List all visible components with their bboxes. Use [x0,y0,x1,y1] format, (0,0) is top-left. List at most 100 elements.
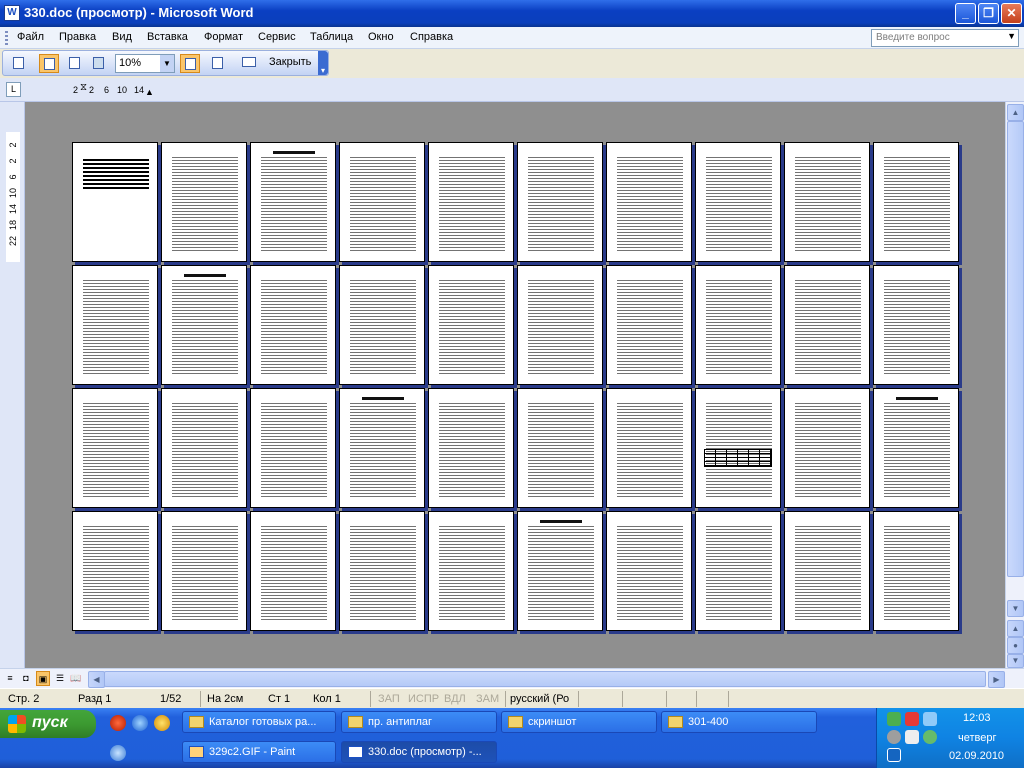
task-word-document[interactable]: 330.doc (просмотр) -... [341,741,497,763]
chevron-down-icon[interactable]: ▼ [1007,31,1016,41]
status-record-macro[interactable]: ЗАП [378,693,400,705]
media-player-icon[interactable] [154,715,170,731]
one-page-button[interactable] [65,54,85,73]
help-question-input[interactable]: Введите вопрос ▼ [871,29,1019,47]
update-icon[interactable] [923,730,937,744]
page-thumbnail[interactable] [873,388,959,508]
print-layout-view-icon[interactable]: ▣ [36,671,50,686]
menu-insert[interactable]: Вставка [147,31,188,43]
settings-icon[interactable] [887,730,901,744]
page-thumbnail[interactable] [517,265,603,385]
page-thumbnail[interactable] [339,388,425,508]
print-button[interactable] [9,54,29,73]
page-thumbnail[interactable] [606,265,692,385]
status-track-changes[interactable]: ИСПР [408,693,439,705]
vertical-scroll-thumb[interactable] [1007,121,1024,577]
close-preview-button[interactable]: Закрыть [269,56,311,68]
minimize-button[interactable]: _ [955,3,976,24]
full-screen-button[interactable] [238,54,258,73]
network-icon[interactable] [887,712,901,726]
horizontal-ruler[interactable]: L 2 2 6 10 14 ⧖ ▲ [0,78,1024,102]
right-indent-marker-icon[interactable]: ▲ [145,87,154,97]
status-language[interactable]: русский (Ро [510,693,569,705]
task-folder-screenshot[interactable]: скриншот [501,711,657,733]
page-thumbnail[interactable] [250,265,336,385]
page-thumbnail[interactable] [873,142,959,262]
status-extend-selection[interactable]: ВДЛ [444,693,466,705]
page-thumbnail[interactable] [250,388,336,508]
shrink-to-fit-button[interactable] [208,54,228,73]
page-thumbnail[interactable] [695,388,781,508]
reading-view-icon[interactable]: 📖 [69,671,83,686]
vertical-ruler[interactable]: 2 2 6 10 14 18 22 [0,102,25,668]
page-thumbnail[interactable] [428,142,514,262]
page-thumbnail[interactable] [250,142,336,262]
page-thumbnail[interactable] [72,142,158,262]
menu-edit[interactable]: Правка [59,31,96,43]
menu-window[interactable]: Окно [368,31,394,43]
multiple-pages-button[interactable] [89,54,109,73]
page-thumbnail[interactable] [339,265,425,385]
task-folder-catalog[interactable]: Каталог готовых ра... [182,711,336,733]
page-thumbnail[interactable] [428,265,514,385]
page-thumbnail[interactable] [517,142,603,262]
page-thumbnail[interactable] [784,142,870,262]
page-thumbnail[interactable] [517,511,603,631]
chevron-down-icon[interactable]: ▼ [160,55,174,72]
page-thumbnail[interactable] [695,142,781,262]
task-folder-antiplag[interactable]: пр. антиплаг [341,711,497,733]
page-thumbnail[interactable] [784,511,870,631]
desktop-icon[interactable] [110,745,126,761]
tab-stop-selector[interactable]: L [6,82,21,97]
start-button[interactable]: пуск [0,710,96,738]
word-app-icon[interactable]: W [4,5,20,21]
restore-button[interactable]: ❐ [978,3,999,24]
outline-view-icon[interactable]: ☰ [53,671,67,686]
menu-tools[interactable]: Сервис [258,31,296,43]
page-thumbnail[interactable] [161,265,247,385]
view-ruler-button[interactable] [180,54,200,73]
normal-view-icon[interactable]: ≡ [3,671,17,686]
bluetooth-icon[interactable] [887,748,901,762]
zoom-select[interactable]: 10% ▼ [115,54,175,73]
page-thumbnail[interactable] [873,265,959,385]
document-preview-area[interactable] [25,102,1005,668]
task-folder-301-400[interactable]: 301-400 [661,711,817,733]
page-thumbnail[interactable] [784,388,870,508]
magnifier-button[interactable] [39,54,59,73]
close-button[interactable]: ✕ [1001,3,1022,24]
page-thumbnail[interactable] [428,388,514,508]
page-thumbnail[interactable] [72,511,158,631]
scroll-down-button[interactable]: ▼ [1007,600,1024,617]
menu-grip-icon[interactable] [5,31,8,45]
scroll-left-button[interactable]: ◀ [88,671,105,688]
status-overtype[interactable]: ЗАМ [476,693,499,705]
horizontal-scroll-thumb[interactable] [104,671,986,687]
vertical-scrollbar[interactable]: ▲ ▼ ▲ ● ▼ [1005,102,1024,668]
previous-page-button[interactable]: ▲ [1007,620,1024,637]
menu-format[interactable]: Формат [204,31,243,43]
web-view-icon[interactable]: ◘ [19,671,33,686]
scroll-right-button[interactable]: ▶ [988,671,1005,688]
menu-file[interactable]: Файл [17,31,44,43]
page-thumbnail[interactable] [250,511,336,631]
page-thumbnail[interactable] [339,511,425,631]
volume-icon[interactable] [923,712,937,726]
page-thumbnail[interactable] [517,388,603,508]
menu-view[interactable]: Вид [112,31,132,43]
page-thumbnail[interactable] [339,142,425,262]
page-thumbnail[interactable] [695,265,781,385]
wifi-icon[interactable] [905,730,919,744]
menu-table[interactable]: Таблица [310,31,353,43]
menu-help[interactable]: Справка [410,31,453,43]
internet-explorer-icon[interactable] [132,715,148,731]
indent-marker-icon[interactable]: ⧖ [80,82,87,93]
page-thumbnail[interactable] [784,265,870,385]
page-thumbnail[interactable] [161,388,247,508]
page-thumbnail[interactable] [606,142,692,262]
task-paint[interactable]: 329c2.GIF - Paint [182,741,336,763]
page-thumbnail[interactable] [428,511,514,631]
page-thumbnail[interactable] [695,511,781,631]
page-thumbnail[interactable] [606,511,692,631]
select-browse-object-button[interactable]: ● [1007,637,1024,654]
